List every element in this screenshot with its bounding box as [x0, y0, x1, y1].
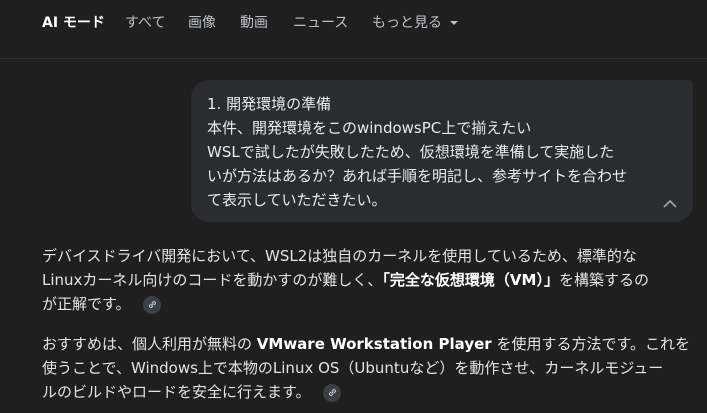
- source-link-button[interactable]: [143, 295, 162, 314]
- answer-bold-text: VMware Workstation Player: [256, 335, 492, 353]
- link-icon: [148, 301, 156, 308]
- answer-line: 使うことで、Windows上で本物のLinux OS（Ubuntuなど）を動作さ…: [42, 359, 664, 377]
- answer-text: ルのビルドやロードを安全に行えます。: [42, 383, 311, 401]
- top-navigation: AI モード すべて 画像 動画 ニュース もっと見る: [0, 0, 707, 44]
- answer-text: Linuxカーネル向けのコードを動かすのが難しく、: [42, 271, 383, 289]
- more-menu-label: もっと見る: [372, 15, 442, 31]
- answer-paragraph-2: おすすめは、個人利用が無料の VMware Workstation Player…: [42, 332, 697, 404]
- user-message-line: いが方法はあるか？あれば手順を明記し、参考サイトを合わせ: [207, 167, 628, 185]
- answer-line: ルのビルドやロードを安全に行えます。: [42, 380, 697, 404]
- answer-paragraph-1: デバイスドライバ開発において、WSL2は独自のカーネルを使用しているため、標準的…: [42, 244, 697, 316]
- tab-videos[interactable]: 動画: [240, 12, 268, 32]
- answer-text: が正解です。: [42, 295, 131, 313]
- link-icon: [328, 389, 336, 396]
- nav-divider: [0, 58, 707, 59]
- source-link-button[interactable]: [323, 383, 342, 402]
- more-menu-button[interactable]: もっと見る: [372, 12, 459, 32]
- tab-news[interactable]: ニュース: [293, 12, 348, 32]
- answer-line: Linuxカーネル向けのコードを動かすのが難しく、「完全な仮想環境（VM）」を構…: [42, 268, 697, 292]
- tab-ai-mode[interactable]: AI モード: [42, 12, 105, 32]
- user-message-line: 本件、開発環境をこのwindowsPC上で揃えたい: [207, 119, 532, 137]
- collapse-button[interactable]: [659, 192, 681, 214]
- answer-bold-text: 「完全な仮想環境（VM）」: [382, 271, 559, 289]
- tab-all[interactable]: すべて: [125, 12, 165, 32]
- answer-line: デバイスドライバ開発において、WSL2は独自のカーネルを使用しているため、標準的…: [42, 247, 637, 265]
- answer-text: を構築するの: [558, 271, 649, 289]
- answer-text: おすすめは、個人利用が無料の: [42, 335, 257, 353]
- answer-line: が正解です。: [42, 292, 697, 316]
- user-message-line: WSLで試したが失敗したため、仮想環境を準備して実施した: [207, 143, 615, 161]
- user-message-line: 1. 開発環境の準備: [207, 95, 332, 113]
- chevron-up-icon: [663, 199, 677, 208]
- answer-text: を使用する方法です。これを: [491, 335, 690, 353]
- answer-line: おすすめは、個人利用が無料の VMware Workstation Player…: [42, 332, 697, 356]
- tab-images[interactable]: 画像: [188, 12, 216, 32]
- user-message-line: て表示していただきたい。: [207, 191, 387, 209]
- caret-down-icon: [450, 21, 459, 25]
- user-message-bubble: 1. 開発環境の準備 本件、開発環境をこのwindowsPC上で揃えたい WSL…: [191, 80, 693, 222]
